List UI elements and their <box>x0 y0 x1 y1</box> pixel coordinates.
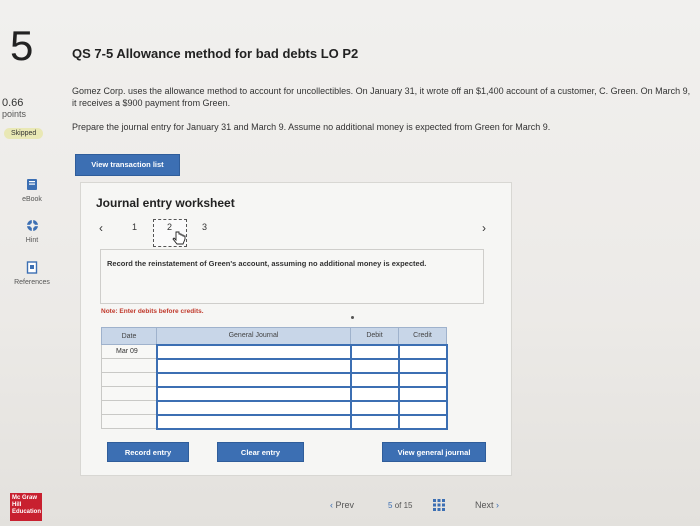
table-row <box>101 357 448 374</box>
chevron-left-icon: ‹ <box>330 500 333 510</box>
page-3-link[interactable]: 3 <box>202 222 207 232</box>
page-of-label: of <box>394 501 402 510</box>
table-row <box>101 413 448 430</box>
column-header-date: Date <box>101 327 157 345</box>
debit-input[interactable] <box>349 399 400 416</box>
account-input[interactable] <box>155 399 352 416</box>
points-label: points <box>2 109 27 119</box>
debit-input[interactable] <box>349 413 400 430</box>
debit-credit-note: Note: Enter debits before credits. <box>101 308 204 315</box>
lifebuoy-icon <box>6 219 58 234</box>
total-questions: 15 <box>403 501 413 510</box>
table-row <box>101 371 448 388</box>
hand-cursor-icon <box>171 230 187 248</box>
page-1-link[interactable]: 1 <box>132 222 137 232</box>
view-transaction-list-button[interactable]: View transaction list <box>75 154 180 176</box>
date-select[interactable]: Mar 09 <box>101 344 157 359</box>
account-input[interactable] <box>155 343 352 360</box>
table-row: Mar 09 <box>101 343 448 360</box>
prev-button[interactable]: ‹ Prev <box>330 500 354 510</box>
credit-input[interactable] <box>397 413 448 430</box>
journal-entry-table: Date General Journal Debit Credit Mar 09 <box>101 327 448 430</box>
column-header-general-journal: General Journal <box>156 327 351 345</box>
references-tool[interactable]: References <box>6 261 58 286</box>
debit-input[interactable] <box>349 385 400 402</box>
question-prompt: Prepare the journal entry for January 31… <box>72 122 551 132</box>
status-badge: Skipped <box>4 128 44 139</box>
hint-label: Hint <box>25 237 39 244</box>
next-page-chevron-icon[interactable]: › <box>482 221 486 235</box>
credit-input[interactable] <box>397 399 448 416</box>
account-input[interactable] <box>155 413 352 430</box>
points-value: 0.66 <box>2 97 24 109</box>
next-label: Next <box>475 500 494 510</box>
date-cell <box>101 358 157 373</box>
record-entry-button[interactable]: Record entry <box>107 442 189 462</box>
grid-icon[interactable] <box>433 499 445 513</box>
date-cell <box>101 414 157 429</box>
instruction-text: Record the reinstatement of Green's acco… <box>107 259 427 268</box>
hint-tool[interactable]: Hint <box>6 219 58 244</box>
references-label: References <box>14 279 50 286</box>
page-indicator: 5 of 15 <box>388 501 413 510</box>
view-general-journal-button[interactable]: View general journal <box>382 442 486 462</box>
account-input[interactable] <box>155 357 352 374</box>
question-number: 5 <box>10 22 34 69</box>
table-row <box>101 399 448 416</box>
account-input[interactable] <box>155 385 352 402</box>
debit-input[interactable] <box>349 343 400 360</box>
credit-input[interactable] <box>397 357 448 374</box>
prev-label: Prev <box>335 500 355 510</box>
question-description: Gomez Corp. uses the allowance method to… <box>72 86 691 108</box>
debit-input[interactable] <box>349 371 400 388</box>
debit-input[interactable] <box>349 357 400 374</box>
credit-input[interactable] <box>397 343 448 360</box>
date-cell <box>101 386 157 401</box>
credit-input[interactable] <box>397 385 448 402</box>
next-button[interactable]: Next › <box>475 500 499 510</box>
table-row <box>101 385 448 402</box>
column-header-credit: Credit <box>398 327 447 345</box>
date-cell <box>101 400 157 415</box>
column-header-debit: Debit <box>350 327 399 345</box>
ebook-tool[interactable]: eBook <box>6 178 58 203</box>
marker-dot <box>351 316 354 319</box>
book-icon <box>6 178 58 193</box>
current-question-number: 5 <box>388 501 393 510</box>
ebook-label: eBook <box>22 196 42 203</box>
document-icon <box>6 261 58 276</box>
date-cell <box>101 372 157 387</box>
chevron-right-icon: › <box>496 500 500 510</box>
prev-page-chevron-icon[interactable]: ‹ <box>99 221 103 235</box>
question-title: QS 7-5 Allowance method for bad debts LO… <box>72 46 359 61</box>
worksheet-title: Journal entry worksheet <box>96 196 235 210</box>
publisher-logo: Mc Graw Hill Education <box>10 493 42 521</box>
account-input[interactable] <box>155 371 352 388</box>
credit-input[interactable] <box>397 371 448 388</box>
clear-entry-button[interactable]: Clear entry <box>217 442 304 462</box>
